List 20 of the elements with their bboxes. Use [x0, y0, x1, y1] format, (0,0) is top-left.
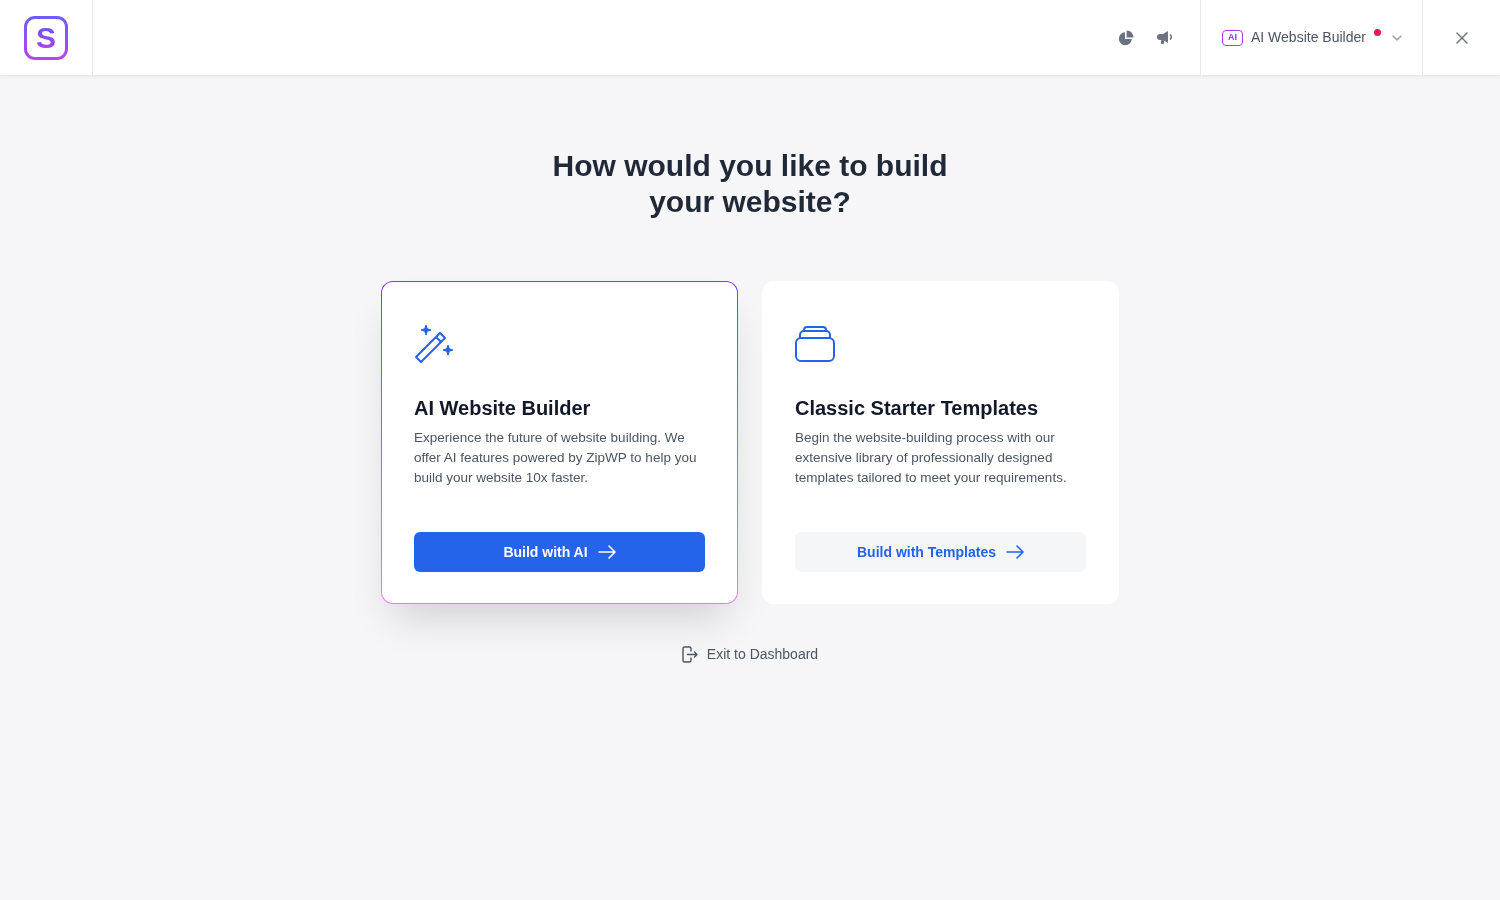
card-description: Begin the website-building process with our extensive library of professionally designed templates tailored to meet your requirements. — [795, 429, 1068, 487]
app-logo[interactable]: S — [24, 15, 68, 60]
card-title: Classic Starter Templates — [795, 396, 1040, 421]
arrow-right-icon — [1006, 545, 1024, 559]
option-card[interactable]: Classic Starter Templates Begin the website-building process with our extensive library of professionally designed templates tailored to meet your requirements. Build with Templates — [762, 281, 1119, 604]
exit-dashboard-link[interactable]: Exit to Dashboard — [681, 644, 819, 665]
exit-door-icon — [681, 646, 698, 663]
mode-dropdown[interactable]: AI AI Website Builder — [1222, 27, 1405, 48]
pie-chart-icon[interactable] — [1118, 29, 1134, 46]
magic-wand-icon — [414, 324, 456, 364]
arrow-right-icon — [597, 545, 616, 559]
card-description: Experience the future of website building. We offer AI features powered by ZipWP to help you build your website 10x faster. — [414, 429, 698, 487]
stacked-trays-icon — [795, 326, 835, 362]
option-card[interactable]: AI Website Builder Experience the future of website building. We offer AI features powered by ZipWP to help you build your website 10x faster. Build with AI — [381, 281, 738, 604]
megaphone-icon[interactable] — [1156, 30, 1173, 45]
card-action-button[interactable]: Build with AI — [414, 532, 705, 572]
page-heading: How would you like to build your website? — [551, 148, 949, 220]
card-action-button[interactable]: Build with Templates — [795, 532, 1086, 572]
ai-badge: AI — [1222, 29, 1243, 46]
card-title: AI Website Builder — [414, 396, 592, 421]
